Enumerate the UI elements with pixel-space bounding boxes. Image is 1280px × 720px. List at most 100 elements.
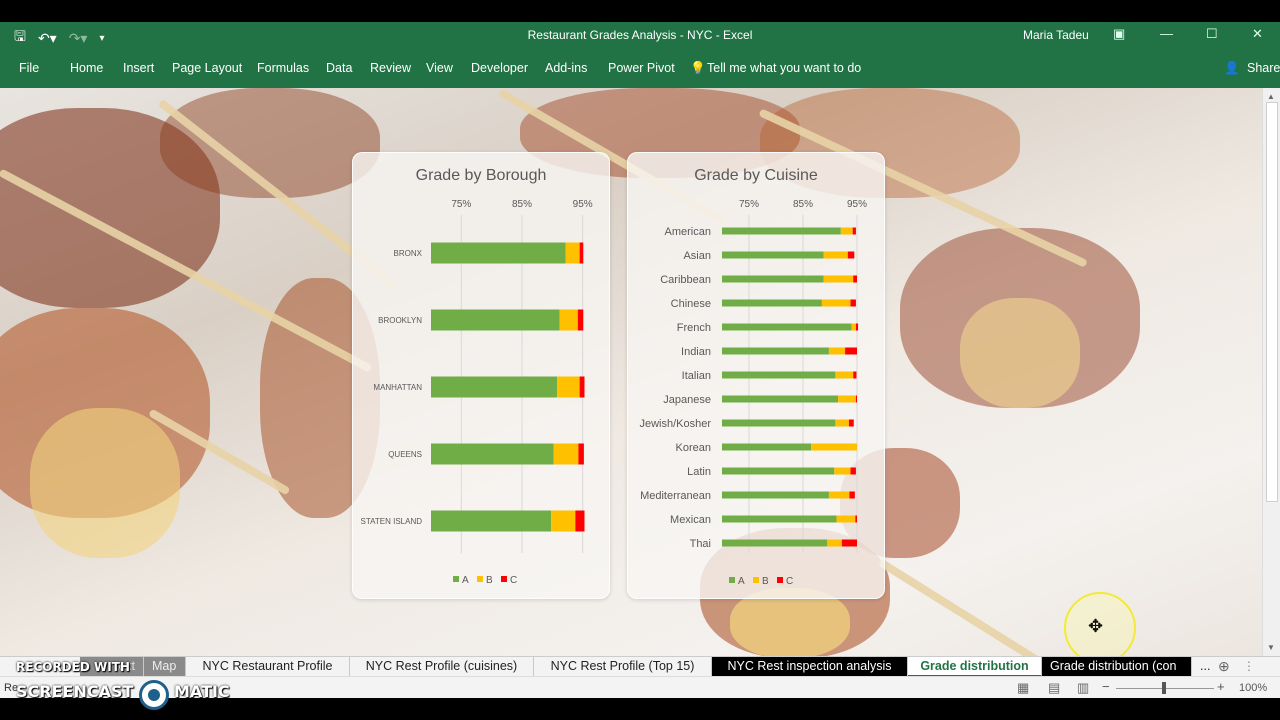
sheet-tab-nyc-rest-inspection-analysis[interactable]: NYC Rest inspection analysis: [712, 657, 908, 677]
cuisine-chart-svg: 75% 85% 95% American Asian Caribbean Chinese Fr…: [639, 199, 867, 587]
zoom-slider-thumb[interactable]: [1162, 682, 1166, 694]
tab-add-ins[interactable]: Add-ins: [545, 61, 587, 75]
category-label: STATEN ISLAND: [361, 517, 423, 526]
category-label: MANHATTAN: [373, 383, 422, 392]
category-label: Chinese: [671, 298, 711, 310]
normal-view-icon[interactable]: ▦: [1017, 680, 1029, 696]
legend-swatch: [777, 577, 783, 583]
page-break-view-icon[interactable]: ▥: [1077, 680, 1089, 696]
bar-segment-c: [579, 376, 585, 398]
minimize-icon[interactable]: —: [1160, 26, 1173, 41]
category-label: Thai: [690, 538, 711, 550]
bar-segment-c: [841, 539, 857, 547]
tab-developer[interactable]: Developer: [471, 61, 528, 75]
sheet-tab-grade-distribution[interactable]: Grade distribution: [908, 657, 1042, 677]
bar-segment-a: [431, 376, 558, 398]
share-icon[interactable]: 👤: [1224, 61, 1240, 76]
page-layout-view-icon[interactable]: ▤: [1048, 680, 1060, 696]
zoom-level[interactable]: 100%: [1239, 682, 1267, 694]
bar-segment-b: [553, 443, 579, 465]
bar-segment-a: [722, 539, 828, 547]
maximize-icon[interactable]: ☐: [1206, 26, 1218, 42]
bar-segment-a: [722, 227, 841, 235]
bar-segment-c: [578, 443, 584, 465]
bar-segment-c: [855, 395, 857, 403]
x-tick-label: 95%: [573, 199, 593, 210]
tab-data[interactable]: Data: [326, 61, 352, 75]
add-sheet-icon[interactable]: ⊕: [1218, 658, 1230, 675]
user-name[interactable]: Maria Tadeu: [1023, 28, 1089, 42]
category-label: Italian: [682, 370, 711, 382]
tab-review[interactable]: Review: [370, 61, 411, 75]
scroll-up-icon[interactable]: ▲: [1267, 92, 1275, 101]
bar-segment-a: [722, 395, 839, 403]
bar-segment-b: [551, 510, 576, 532]
bar-segment-a: [722, 467, 835, 475]
sheet-tab-map[interactable]: Map: [144, 657, 186, 677]
category-label: Caribbean: [660, 274, 711, 286]
bar-segment-c: [579, 242, 584, 264]
legend-label: B: [486, 575, 493, 586]
x-tick-label: 85%: [512, 199, 532, 210]
bar-segment-a: [722, 515, 837, 523]
sheet-tab-nyc-rest-profile-top-15[interactable]: NYC Rest Profile (Top 15): [534, 657, 712, 677]
category-label: American: [665, 226, 711, 238]
more-sheets-button[interactable]: ...: [1192, 657, 1216, 677]
zoom-in-icon[interactable]: +: [1217, 679, 1225, 694]
tell-me-box[interactable]: Tell me what you want to do: [707, 61, 861, 75]
tab-power-pivot[interactable]: Power Pivot: [608, 61, 675, 75]
watermark-line1: RECORDED WITH: [16, 660, 130, 674]
bar-segment-b: [835, 419, 849, 427]
tab-file[interactable]: File: [19, 61, 39, 75]
legend-label: B: [762, 576, 769, 587]
bar-segment-b: [559, 309, 578, 331]
scroll-down-icon[interactable]: ▼: [1267, 643, 1275, 652]
ribbon-display-icon[interactable]: ▣: [1113, 26, 1125, 42]
bar-segment-c: [849, 491, 855, 499]
category-label: BROOKLYN: [378, 316, 422, 325]
zoom-out-icon[interactable]: −: [1102, 679, 1110, 694]
bar-segment-c: [577, 309, 584, 331]
bar-segment-b: [835, 371, 854, 379]
share-button[interactable]: Share: [1247, 61, 1280, 75]
tab-split-icon[interactable]: ⋮: [1243, 659, 1255, 673]
x-tick-label: 75%: [739, 199, 759, 210]
ribbon-tabs: File Home Insert Page Layout Formulas Da…: [0, 50, 1280, 88]
tab-home[interactable]: Home: [70, 61, 103, 75]
bar-segment-a: [722, 491, 829, 499]
bar-segment-c: [855, 515, 857, 523]
x-tick-label: 85%: [793, 199, 813, 210]
bar-segment-c: [852, 227, 856, 235]
x-tick-label: 75%: [451, 199, 471, 210]
lightbulb-icon: 💡: [690, 61, 706, 75]
category-label: Latin: [687, 466, 711, 478]
excel-window: 🖫 ↶▾ ↷▾ ▾ Restaurant Grades Analysis - N…: [0, 0, 1280, 720]
sheet-tab-nyc-restaurant-profile[interactable]: NYC Restaurant Profile: [186, 657, 350, 677]
scroll-thumb[interactable]: [1266, 102, 1278, 502]
grade-by-cuisine-chart[interactable]: Grade by Cuisine 75% 85% 95% American Asian C…: [627, 152, 885, 599]
vertical-scrollbar[interactable]: ▲ ▼: [1262, 88, 1280, 656]
tab-formulas[interactable]: Formulas: [257, 61, 309, 75]
sheet-tab-grade-distribution-con[interactable]: Grade distribution (con: [1042, 657, 1192, 677]
sheet-tab-nyc-rest-profile-cuisines[interactable]: NYC Rest Profile (cuisines): [350, 657, 534, 677]
bar-segment-b: [834, 467, 851, 475]
grade-by-borough-chart[interactable]: Grade by Borough 75% 85% 95% BRONX BROOKLYN M…: [352, 152, 610, 599]
screen-bottom-bar: [0, 698, 1280, 720]
bar-segment-a: [722, 347, 829, 355]
bar-segment-b: [827, 539, 842, 547]
category-label: Asian: [683, 250, 711, 262]
bar-segment-a: [722, 323, 852, 331]
category-label: Jewish/Kosher: [639, 418, 711, 430]
tab-insert[interactable]: Insert: [123, 61, 154, 75]
tab-page-layout[interactable]: Page Layout: [172, 61, 242, 75]
bar-segment-b: [565, 242, 580, 264]
bar-segment-c: [850, 467, 856, 475]
close-icon[interactable]: ✕: [1252, 26, 1263, 42]
move-cursor-icon: ✥: [1088, 616, 1104, 636]
bar-segment-b: [557, 376, 580, 398]
category-label: French: [677, 322, 711, 334]
legend-label: C: [510, 575, 517, 586]
tab-view[interactable]: View: [426, 61, 453, 75]
bar-segment-a: [722, 275, 824, 283]
category-label: BRONX: [394, 249, 423, 258]
